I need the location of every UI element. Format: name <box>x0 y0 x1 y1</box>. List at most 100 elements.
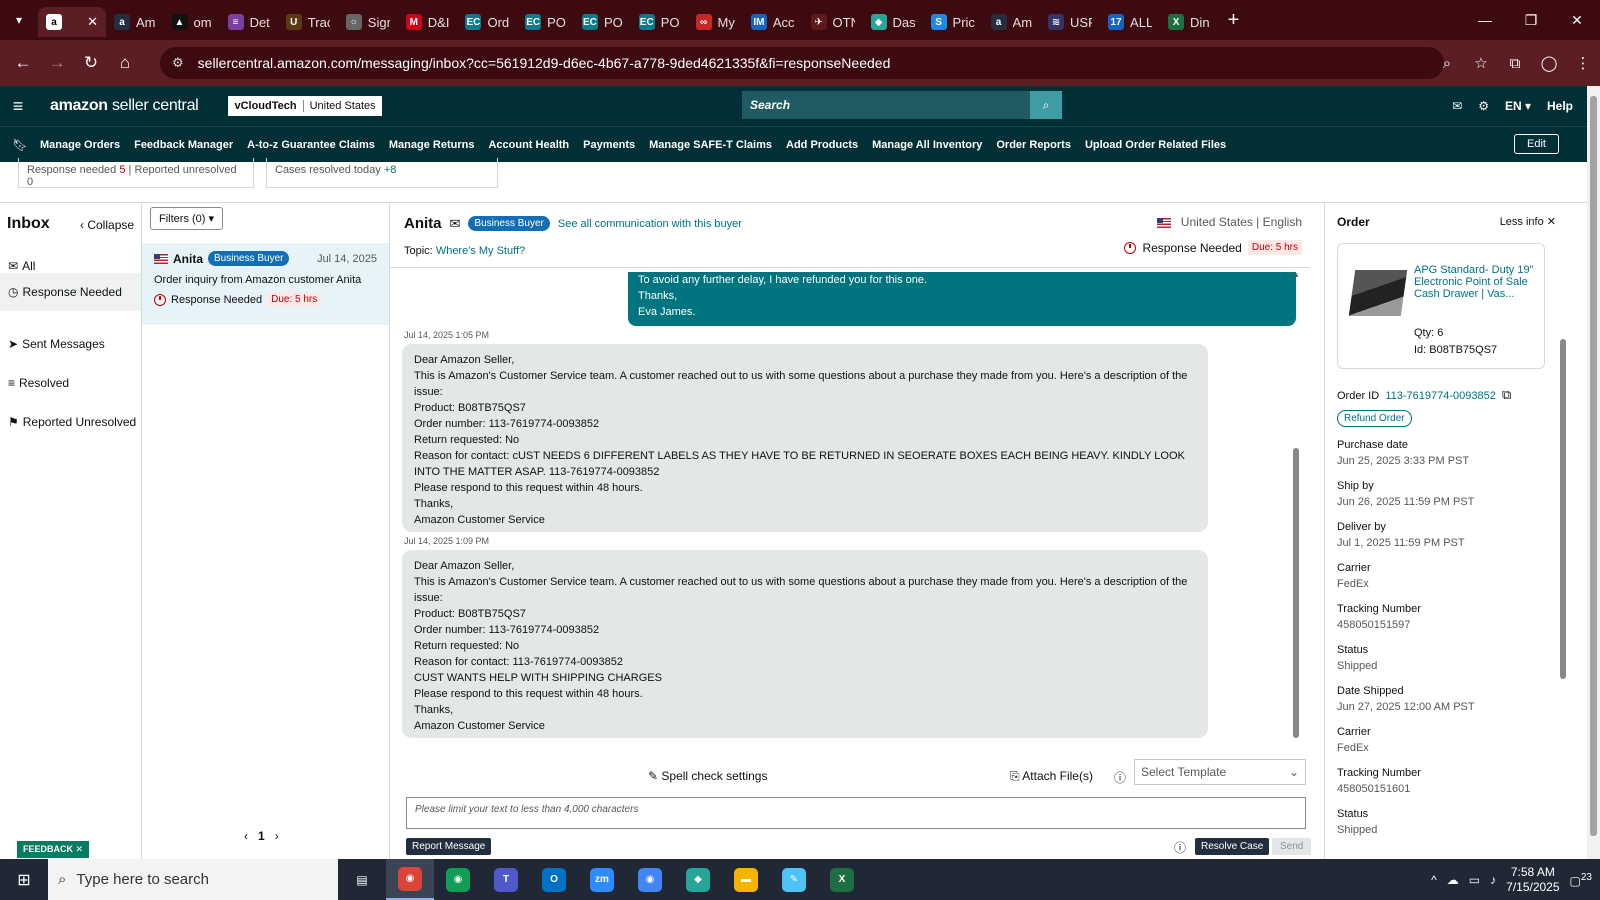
conversation-item[interactable]: Anita Business Buyer Jul 14, 2025 Order … <box>142 243 389 325</box>
sidebar-item[interactable]: ⚑ Reported Unresolved <box>8 415 136 429</box>
taskbar-app-chrome[interactable]: ◉ <box>434 859 482 900</box>
page-scrollbar[interactable] <box>1587 86 1600 859</box>
order-id-link[interactable]: 113-7619774-0093852 <box>1385 390 1496 402</box>
sidebar-item[interactable]: ≡ Resolved <box>8 376 69 390</box>
resolve-case-button[interactable]: Resolve Case <box>1195 838 1270 855</box>
nav-link[interactable]: Add Products <box>786 139 858 151</box>
browser-tab[interactable]: X Din <box>1160 7 1218 37</box>
browser-tab[interactable]: a Am <box>983 7 1041 37</box>
settings-gear-icon[interactable]: ⚙ <box>1478 99 1489 113</box>
new-tab-button[interactable]: + <box>1228 9 1240 32</box>
page-number[interactable]: 1 <box>258 829 265 843</box>
nav-link[interactable]: Manage Orders <box>40 139 120 151</box>
nav-link[interactable]: Manage Returns <box>389 139 475 151</box>
taskbar-app-outlook[interactable]: O <box>530 859 578 900</box>
report-message-button[interactable]: Report Message <box>406 838 492 855</box>
search-icon[interactable]: ⌕ <box>1030 91 1062 119</box>
envelope-icon[interactable]: ✉ <box>450 216 461 232</box>
next-page-icon[interactable]: › <box>275 829 279 843</box>
bookmark-icon[interactable]: 🔖︎ <box>0 138 40 152</box>
network-icon[interactable]: ▭ <box>1469 873 1480 887</box>
mail-icon[interactable]: ✉ <box>1452 99 1462 113</box>
taskbar-app-chrome[interactable]: ◉ <box>626 859 674 900</box>
browser-tab[interactable]: S Pric <box>923 7 983 37</box>
browser-tab[interactable]: EC PO <box>517 7 574 37</box>
seller-central-logo[interactable]: amazon seller central <box>50 97 199 115</box>
copy-icon[interactable]: ⧉ <box>1502 387 1511 402</box>
browser-tab[interactable]: ∞ My <box>688 7 743 37</box>
taskbar-app-app[interactable]: ◆ <box>674 859 722 900</box>
nav-link[interactable]: Manage All Inventory <box>872 139 982 151</box>
taskbar-clock[interactable]: 7:58 AM 7/15/2025 <box>1506 865 1559 895</box>
messages-area[interactable]: To avoid any further delay, I have refun… <box>390 267 1310 752</box>
browser-tab[interactable]: ≡ Det <box>220 7 278 37</box>
close-window-icon[interactable]: ✕ <box>1554 0 1600 40</box>
nav-link[interactable]: Account Health <box>488 139 569 151</box>
sidebar-item[interactable]: ✉ All <box>8 259 35 273</box>
browser-tab[interactable]: ◆ Das <box>863 7 923 37</box>
url-bar[interactable]: ⚙ sellercentral.amazon.com/messaging/inb… <box>160 47 1444 79</box>
messages-scrollbar[interactable]: ▲ <box>1292 270 1300 742</box>
taskbar-search[interactable]: ⌕ Type here to search <box>48 859 338 900</box>
browser-tab[interactable]: EC PO <box>631 7 688 37</box>
home-icon[interactable]: ⌂ <box>108 53 142 73</box>
volume-icon[interactable]: ♪ <box>1490 873 1496 887</box>
spell-check-button[interactable]: ✎ Spell check settings <box>648 769 767 783</box>
tab-search-button[interactable]: ▾ <box>0 0 38 40</box>
browser-tab[interactable]: EC PO <box>574 7 631 37</box>
edit-nav-button[interactable]: Edit <box>1514 134 1559 154</box>
bookmark-star-icon[interactable]: ☆ <box>1464 54 1498 72</box>
browser-tab[interactable]: a Am <box>106 7 164 37</box>
browser-tab[interactable]: EC Ord <box>457 7 517 37</box>
see-all-communication-link[interactable]: See all communication with this buyer <box>558 218 742 230</box>
filters-button[interactable]: Filters (0) ▾ <box>150 207 224 230</box>
tray-chevron-icon[interactable]: ^ <box>1431 873 1437 887</box>
browser-tab[interactable]: 17 ALL <box>1100 7 1160 37</box>
prev-page-icon[interactable]: ‹ <box>244 829 248 843</box>
taskbar-app-notes[interactable]: ✎ <box>770 859 818 900</box>
attach-files-button[interactable]: ⎘ Attach File(s) <box>1010 769 1093 784</box>
taskbar-app-explorer[interactable]: ▬ <box>722 859 770 900</box>
less-info-button[interactable]: Less info ✕ <box>1500 215 1556 228</box>
account-switcher[interactable]: vCloudTech United States <box>228 96 382 116</box>
browser-tab[interactable]: ○ Sign <box>338 7 398 37</box>
refund-order-button[interactable]: Refund Order <box>1337 410 1412 427</box>
search-input[interactable]: Search <box>742 91 1030 119</box>
extensions-icon[interactable]: ⧉ <box>1498 55 1532 72</box>
template-select[interactable]: Select Template ⌄ <box>1134 759 1306 785</box>
topic-link[interactable]: Where's My Stuff? <box>436 245 525 257</box>
nav-link[interactable]: Order Reports <box>996 139 1071 151</box>
page-scroll-thumb[interactable] <box>1590 96 1597 836</box>
info-icon[interactable]: ⓘ <box>1174 839 1186 856</box>
collapse-button[interactable]: ‹ Collapse <box>80 218 134 232</box>
scroll-up-icon[interactable]: ▲ <box>1292 270 1300 279</box>
nav-link[interactable]: Feedback Manager <box>134 139 233 151</box>
product-image[interactable] <box>1348 270 1408 316</box>
task-view-icon[interactable]: ▤ <box>338 859 386 900</box>
active-tab[interactable]: a ✕ <box>38 7 106 37</box>
browser-tab[interactable]: ✈ OTN <box>803 7 863 37</box>
hamburger-menu-icon[interactable]: ≡ <box>0 96 36 117</box>
reply-textarea[interactable]: Please limit your text to less than 4,00… <box>406 797 1306 829</box>
zoom-icon[interactable]: ⌕ <box>1430 55 1464 72</box>
browser-tab[interactable]: M D&I <box>398 7 458 37</box>
order-scroll-thumb[interactable] <box>1560 339 1566 679</box>
taskbar-app-zoom[interactable]: zm <box>578 859 626 900</box>
profile-icon[interactable]: ◯ <box>1532 54 1566 72</box>
order-scrollbar[interactable] <box>1559 259 1567 679</box>
reload-icon[interactable]: ↻ <box>74 53 108 73</box>
nav-link[interactable]: Upload Order Related Files <box>1085 139 1226 151</box>
help-link[interactable]: Help <box>1547 99 1573 113</box>
product-title-link[interactable]: APG Standard- Duty 19" Electronic Point … <box>1414 264 1534 300</box>
forward-icon[interactable]: → <box>40 53 74 73</box>
browser-tab[interactable]: U Trac <box>278 7 338 37</box>
nav-link[interactable]: A-to-z Guarantee Claims <box>247 139 375 151</box>
browser-tab[interactable]: ▲ om <box>164 7 220 37</box>
language-select[interactable]: EN ▾ <box>1505 99 1531 113</box>
restore-icon[interactable]: ❐ <box>1508 0 1554 40</box>
scroll-thumb[interactable] <box>1293 448 1299 738</box>
taskbar-app-chrome[interactable]: ◉ <box>386 859 434 900</box>
back-icon[interactable]: ← <box>6 53 40 73</box>
sidebar-item[interactable]: ➤ Sent Messages <box>8 337 105 351</box>
windows-start-icon[interactable]: ⊞ <box>0 870 48 890</box>
